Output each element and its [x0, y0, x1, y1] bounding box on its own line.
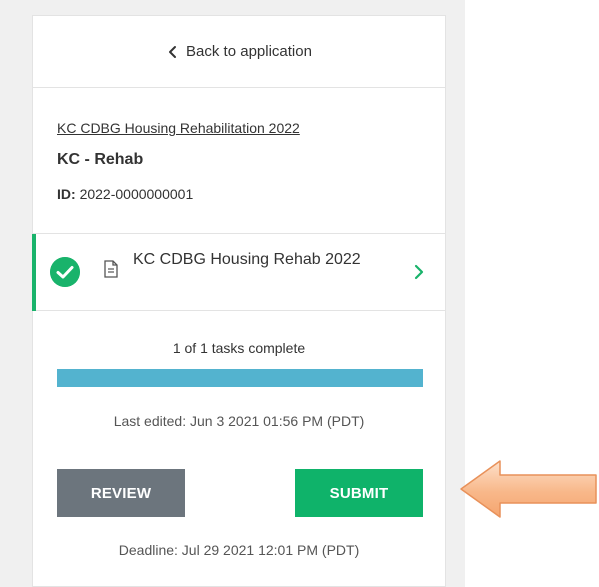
program-link[interactable]: KC CDBG Housing Rehabilitation 2022: [57, 120, 300, 136]
progress-bar: [57, 369, 423, 387]
deadline-text: Deadline: Jul 29 2021 12:01 PM (PDT): [118, 542, 360, 558]
task-item[interactable]: KC CDBG Housing Rehab 2022: [32, 233, 445, 311]
last-edited-text: Last edited: Jun 3 2021 01:56 PM (PDT): [113, 413, 365, 429]
application-id-label: ID:: [57, 186, 76, 202]
application-card: Back to application KC CDBG Housing Reha…: [32, 15, 446, 587]
application-id: ID: 2022-0000000001: [57, 186, 193, 202]
check-circle-icon: [50, 257, 80, 287]
submit-button[interactable]: SUBMIT: [295, 469, 423, 517]
task-active-indicator: [32, 234, 36, 311]
review-button[interactable]: REVIEW: [57, 469, 185, 517]
progress-bar-fill: [57, 369, 423, 387]
sidebar-panel: Back to application KC CDBG Housing Reha…: [12, 0, 465, 587]
back-to-application-link[interactable]: Back to application: [33, 16, 445, 88]
application-id-value: 2022-0000000001: [79, 186, 194, 202]
task-title: KC CDBG Housing Rehab 2022: [133, 251, 361, 268]
page-gutter: [0, 0, 12, 587]
application-name: KC - Rehab: [57, 151, 144, 168]
application-info: KC CDBG Housing Rehabilitation 2022 KC -…: [33, 89, 445, 232]
progress-label: 1 of 1 tasks complete: [172, 340, 306, 356]
document-icon: [104, 260, 118, 278]
chevron-left-icon: [169, 45, 177, 58]
left-arrow-callout-icon: [460, 460, 597, 518]
back-link-label: Back to application: [186, 43, 312, 60]
chevron-right-icon: [414, 264, 424, 280]
